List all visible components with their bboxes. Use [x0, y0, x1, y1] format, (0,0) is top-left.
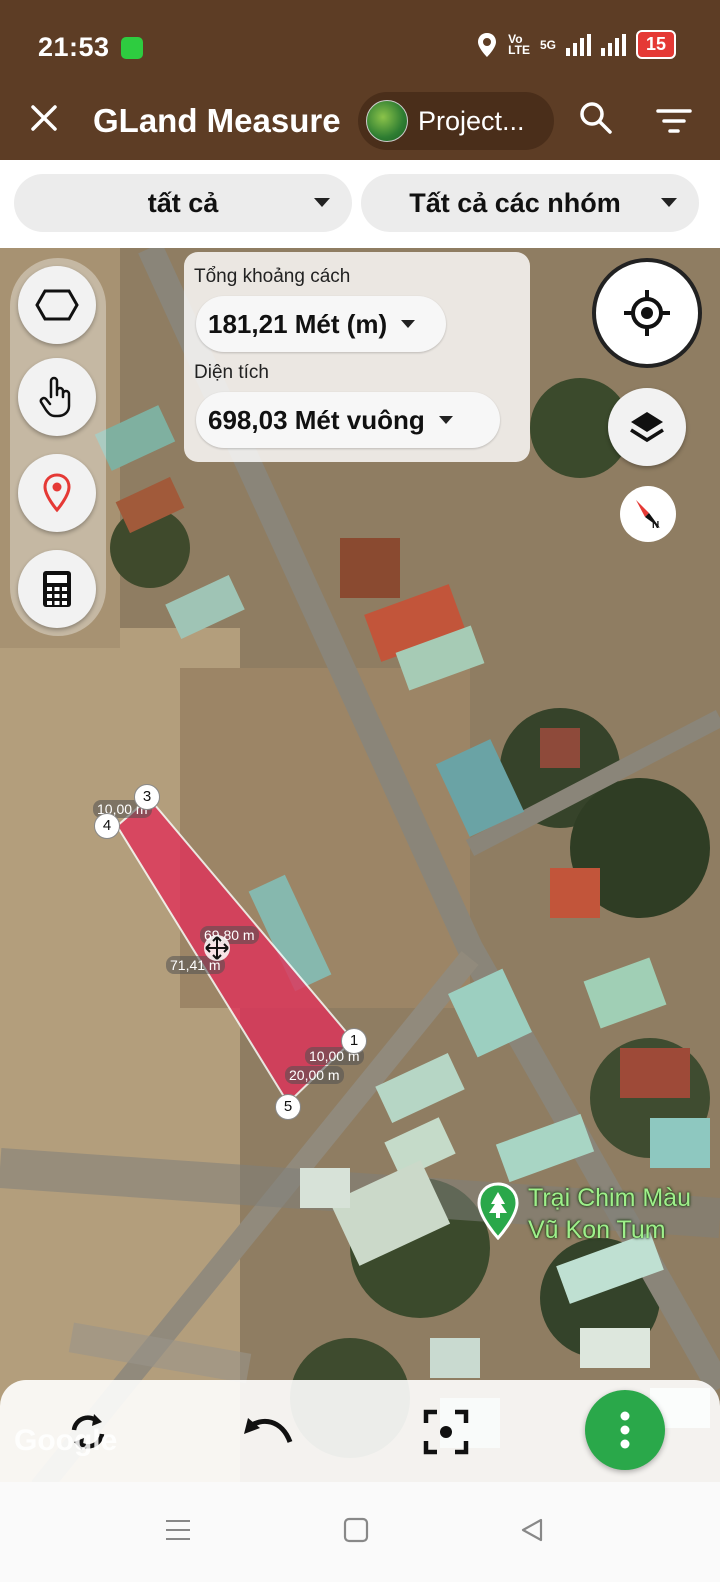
- search-button[interactable]: [578, 100, 618, 140]
- chevron-down-icon: [661, 198, 677, 207]
- calculator-icon: [43, 571, 71, 607]
- menu-icon: [166, 1520, 190, 1540]
- vertex-marker[interactable]: 3: [134, 784, 160, 810]
- park-marker-icon[interactable]: [476, 1182, 520, 1240]
- vertex-marker[interactable]: 4: [94, 813, 120, 839]
- net-type: 5G: [539, 37, 556, 52]
- compass-button[interactable]: N: [620, 486, 676, 542]
- status-bar: 21:53 Vo LTE 5G 15: [0, 0, 720, 80]
- focus-icon: [423, 1409, 469, 1455]
- back-icon: [521, 1518, 543, 1542]
- distance-value: 181,21 Mét (m): [208, 308, 388, 339]
- network-bottom: LTE: [508, 42, 530, 57]
- measurement-panel: Tổng khoảng cách 181,21 Mét (m) Diện tíc…: [184, 252, 530, 462]
- project-selector[interactable]: Project...: [358, 92, 554, 150]
- move-handle-icon[interactable]: [203, 934, 231, 962]
- chevron-down-icon: [438, 416, 453, 424]
- manual-tool-button[interactable]: [18, 358, 96, 436]
- undo-button[interactable]: [240, 1404, 296, 1460]
- distance-unit-dropdown[interactable]: 181,21 Mét (m): [196, 296, 446, 352]
- project-thumbnail: [366, 100, 408, 142]
- my-location-button[interactable]: [592, 258, 702, 368]
- map-pin-icon: [43, 473, 71, 513]
- crosshair-icon: [624, 290, 670, 336]
- location-icon: [478, 32, 497, 57]
- app-bar: GLand Measure Project...: [0, 80, 720, 160]
- battery-icon: 15: [635, 30, 676, 59]
- app-title: GLand Measure: [93, 102, 341, 139]
- focus-button[interactable]: [418, 1404, 474, 1460]
- filter-icon: [656, 109, 692, 133]
- area-label: Diện tích: [194, 362, 269, 383]
- close-button[interactable]: [24, 98, 64, 138]
- home-icon: [343, 1517, 369, 1543]
- chevron-down-icon: [314, 198, 330, 207]
- signal-icon-2: [600, 33, 626, 56]
- network-label: Vo LTE: [508, 33, 530, 57]
- polygon-icon: [35, 289, 79, 321]
- area-unit-dropdown[interactable]: 698,03 Mét vuông: [196, 392, 500, 448]
- svg-text:N: N: [652, 520, 659, 531]
- close-icon: [31, 105, 57, 131]
- calculator-tool-button[interactable]: [18, 550, 96, 628]
- home-button[interactable]: [336, 1510, 376, 1550]
- group-filter-label: Tất cả các nhóm: [409, 187, 621, 218]
- group-filter-dropdown[interactable]: Tất cả các nhóm: [361, 174, 699, 232]
- segment-label: 20,00 m: [285, 1066, 344, 1084]
- status-indicators: Vo LTE 5G 15: [476, 30, 676, 59]
- poi-line-1: Trại Chim Màu: [528, 1184, 691, 1212]
- more-button[interactable]: [585, 1390, 665, 1470]
- system-nav-bar: [0, 1482, 720, 1582]
- poi-label[interactable]: Trại Chim Màu Vũ Kon Tum: [528, 1182, 691, 1246]
- undo-icon: [244, 1418, 293, 1444]
- vertex-marker[interactable]: 1: [341, 1028, 367, 1054]
- distance-label: Tổng khoảng cách: [194, 266, 351, 287]
- signal-icon: [565, 33, 591, 56]
- area-value: 698,03 Mét vuông: [208, 404, 425, 435]
- tool-panel: [10, 258, 106, 636]
- more-vertical-icon: [620, 1411, 630, 1449]
- poi-line-2: Vũ Kon Tum: [528, 1216, 666, 1244]
- status-time: 21:53: [38, 32, 110, 62]
- pin-tool-button[interactable]: [18, 454, 96, 532]
- search-icon: [580, 102, 612, 134]
- vertex-marker[interactable]: 5: [275, 1094, 301, 1120]
- hand-pointer-icon: [39, 376, 71, 418]
- map-attribution: Google: [14, 1424, 118, 1457]
- compass-icon: N: [636, 500, 660, 531]
- recent-apps-button[interactable]: [158, 1510, 198, 1550]
- polygon-tool-button[interactable]: [18, 266, 96, 344]
- type-filter-label: tất cả: [147, 187, 219, 218]
- filter-button[interactable]: [656, 108, 692, 134]
- chevron-down-icon: [401, 320, 416, 328]
- back-button[interactable]: [512, 1510, 552, 1550]
- type-filter-dropdown[interactable]: tất cả: [14, 174, 352, 232]
- map-layers-button[interactable]: [608, 388, 686, 466]
- layers-icon: [630, 412, 664, 443]
- app-notification-icon: [121, 37, 143, 59]
- project-label: Project...: [418, 105, 525, 136]
- filter-bar: tất cả Tất cả các nhóm: [0, 160, 720, 248]
